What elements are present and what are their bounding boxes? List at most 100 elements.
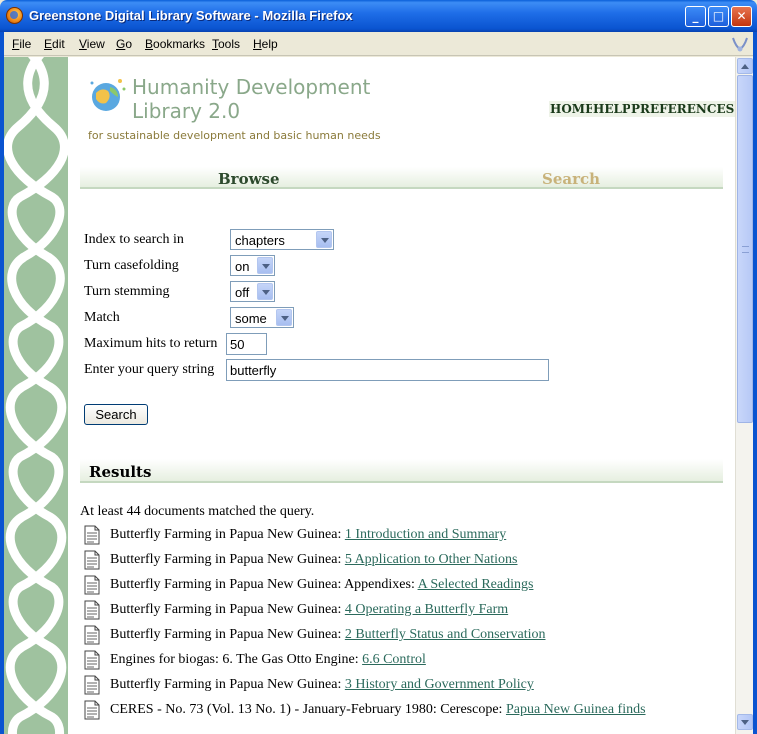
result-link[interactable]: 4 Operating a Butterfly Farm xyxy=(345,602,508,617)
library-title: Humanity Development Library 2.0 xyxy=(132,75,392,123)
menu-view[interactable]: View xyxy=(79,37,105,51)
title-bar[interactable]: Greenstone Digital Library Software - Mo… xyxy=(0,0,757,32)
results-heading-bar: Results xyxy=(80,459,723,483)
chevron-down-icon xyxy=(316,231,332,248)
result-title: Butterfly Farming in Papua New Guinea: 1… xyxy=(110,527,506,543)
result-title: Butterfly Farming in Papua New Guinea: 2… xyxy=(110,627,546,643)
close-button[interactable]: ✕ xyxy=(731,6,752,27)
document-icon[interactable] xyxy=(84,575,100,595)
result-prefix: CERES - No. 73 (Vol. 13 No. 1) - January… xyxy=(110,702,506,717)
result-link[interactable]: 6.6 Control xyxy=(362,652,426,667)
window-title: Greenstone Digital Library Software - Mo… xyxy=(29,8,353,23)
scroll-thumb[interactable] xyxy=(737,75,753,423)
help-link[interactable]: HELP xyxy=(592,101,632,117)
document-icon[interactable] xyxy=(84,600,100,620)
query-input[interactable]: butterfly xyxy=(226,359,549,381)
chevron-down-icon xyxy=(276,309,292,326)
results-summary: At least 44 documents matched the query. xyxy=(80,504,315,519)
match-select[interactable]: some xyxy=(230,307,294,328)
result-link[interactable]: Papua New Guinea finds xyxy=(506,702,646,717)
scroll-up-button[interactable] xyxy=(737,58,753,74)
browser-window: Greenstone Digital Library Software - Mo… xyxy=(0,0,757,734)
casefold-select-value: on xyxy=(235,259,250,274)
maximize-button[interactable]: □ xyxy=(708,6,729,27)
result-row: CERES - No. 73 (Vol. 13 No. 1) - January… xyxy=(82,700,722,722)
scroll-down-button[interactable] xyxy=(737,714,753,730)
result-row: Butterfly Farming in Papua New Guinea: 3… xyxy=(82,675,722,697)
grip-icon xyxy=(742,246,749,253)
match-label: Match xyxy=(84,310,120,325)
home-link[interactable]: HOME xyxy=(549,101,596,117)
result-title: CERES - No. 73 (Vol. 13 No. 1) - January… xyxy=(110,702,646,718)
document-icon[interactable] xyxy=(84,650,100,670)
globe-logo-icon xyxy=(90,79,126,111)
menu-go[interactable]: Go xyxy=(116,37,132,51)
casefold-label: Turn casefolding xyxy=(84,258,179,273)
menu-file[interactable]: File xyxy=(12,37,31,51)
result-link[interactable]: 2 Butterfly Status and Conservation xyxy=(345,627,546,642)
result-prefix: Butterfly Farming in Papua New Guinea: xyxy=(110,677,345,692)
result-prefix: Engines for biogas: 6. The Gas Otto Engi… xyxy=(110,652,363,667)
result-title: Butterfly Farming in Papua New Guinea: 4… xyxy=(110,602,508,618)
document-icon[interactable] xyxy=(84,675,100,695)
nav-browse[interactable]: Browse xyxy=(218,170,280,188)
result-prefix: Butterfly Farming in Papua New Guinea: xyxy=(110,552,345,567)
result-prefix: Butterfly Farming in Papua New Guinea: A… xyxy=(110,577,418,592)
navigation-bar: Browse Search xyxy=(80,167,723,189)
throbber-icon xyxy=(732,37,748,52)
window-frame-right xyxy=(753,32,757,734)
library-subtitle: for sustainable development and basic hu… xyxy=(88,129,381,142)
result-title: Engines for biogas: 6. The Gas Otto Engi… xyxy=(110,652,426,668)
braid-decoration xyxy=(4,57,68,734)
maxhits-input[interactable]: 50 xyxy=(226,333,267,355)
result-prefix: Butterfly Farming in Papua New Guinea: xyxy=(110,627,345,642)
result-link[interactable]: 1 Introduction and Summary xyxy=(345,527,506,542)
menu-tools[interactable]: Tools xyxy=(212,37,240,51)
document-icon[interactable] xyxy=(84,525,100,545)
result-row: Butterfly Farming in Papua New Guinea: 2… xyxy=(82,625,722,647)
stemming-select-value: off xyxy=(235,285,250,300)
result-link[interactable]: 5 Application to Other Nations xyxy=(345,552,518,567)
query-label: Enter your query string xyxy=(84,362,215,377)
document-icon[interactable] xyxy=(84,700,100,720)
vertical-scrollbar[interactable] xyxy=(735,57,753,734)
chevron-down-icon xyxy=(257,257,273,274)
result-row: Butterfly Farming in Papua New Guinea: 4… xyxy=(82,600,722,622)
casefold-select[interactable]: on xyxy=(230,255,275,276)
document-icon[interactable] xyxy=(84,625,100,645)
chevron-down-icon xyxy=(257,283,273,300)
result-prefix: Butterfly Farming in Papua New Guinea: xyxy=(110,527,345,542)
result-link[interactable]: 3 History and Government Policy xyxy=(345,677,534,692)
results-heading: Results xyxy=(89,463,152,481)
result-row: Engines for biogas: 6. The Gas Otto Engi… xyxy=(82,650,722,672)
maxhits-label: Maximum hits to return xyxy=(84,336,218,351)
menu-bookmarks[interactable]: Bookmarks xyxy=(145,37,205,51)
minimize-button[interactable]: _ xyxy=(685,6,706,27)
firefox-logo-icon xyxy=(6,7,23,24)
result-link[interactable]: A Selected Readings xyxy=(418,577,534,592)
index-select-value: chapters xyxy=(235,233,285,248)
page-body: Humanity Development Library 2.0 for sus… xyxy=(68,57,735,734)
document-icon[interactable] xyxy=(84,550,100,570)
result-row: Butterfly Farming in Papua New Guinea: 1… xyxy=(82,525,722,547)
result-title: Butterfly Farming in Papua New Guinea: 3… xyxy=(110,677,534,693)
stemming-select[interactable]: off xyxy=(230,281,275,302)
menu-help[interactable]: Help xyxy=(253,37,278,51)
menu-bar: File Edit View Go Bookmarks Tools Help xyxy=(4,32,753,56)
result-title: Butterfly Farming in Papua New Guinea: A… xyxy=(110,577,533,593)
match-select-value: some xyxy=(235,311,267,326)
result-prefix: Butterfly Farming in Papua New Guinea: xyxy=(110,602,345,617)
nav-search[interactable]: Search xyxy=(542,170,600,188)
result-title: Butterfly Farming in Papua New Guinea: 5… xyxy=(110,552,518,568)
preferences-link[interactable]: PREFERENCES xyxy=(630,101,735,117)
search-button[interactable]: Search xyxy=(84,404,148,425)
library-title-line1: Humanity Development xyxy=(132,75,371,99)
menu-edit[interactable]: Edit xyxy=(44,37,65,51)
result-row: Butterfly Farming in Papua New Guinea: 5… xyxy=(82,550,722,572)
index-label: Index to search in xyxy=(84,232,184,247)
page-viewport: Humanity Development Library 2.0 for sus… xyxy=(4,57,735,734)
result-row: Butterfly Farming in Papua New Guinea: A… xyxy=(82,575,722,597)
library-title-line2: Library 2.0 xyxy=(132,99,241,123)
index-select[interactable]: chapters xyxy=(230,229,334,250)
stemming-label: Turn stemming xyxy=(84,284,170,299)
